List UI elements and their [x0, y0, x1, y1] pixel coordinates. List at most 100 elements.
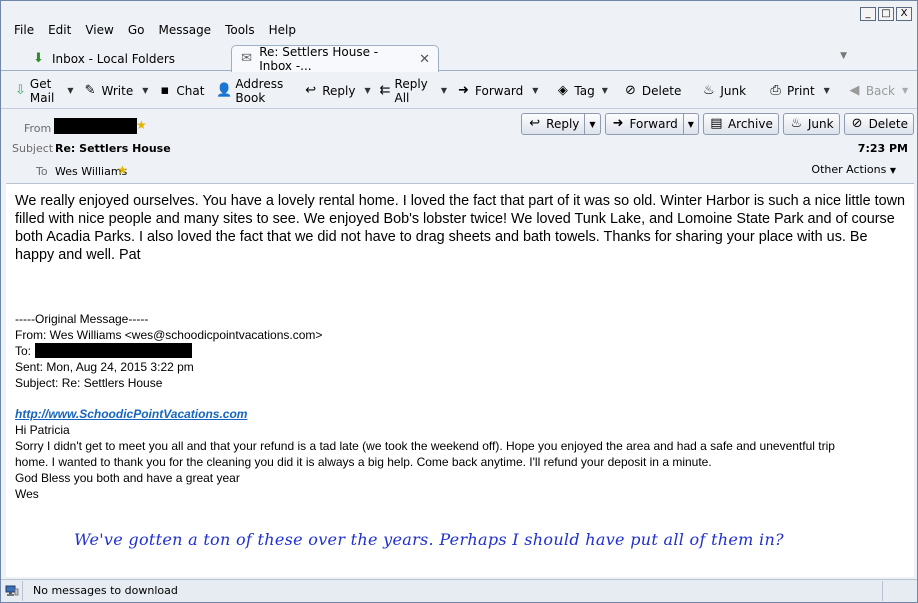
maximize-button[interactable]: □: [878, 7, 894, 21]
star-icon[interactable]: ★: [136, 118, 147, 132]
original-subject: Subject: Re: Settlers House: [15, 376, 163, 390]
redacted-recipient: [35, 343, 192, 358]
address-book-label: Address Book: [235, 76, 284, 105]
get-mail-dropdown-icon[interactable]: ▼: [64, 86, 76, 95]
signature: Wes: [15, 487, 39, 501]
status-bar: No messages to download: [1, 579, 917, 602]
header-junk-button[interactable]: ♨ Junk: [782, 113, 840, 135]
printer-icon: ⎙: [770, 82, 781, 98]
network-computer-icon: [5, 585, 18, 596]
reply-text: We really enjoyed ourselves. You have a …: [15, 193, 906, 263]
reply-all-button[interactable]: ⇇ Reply All: [374, 76, 438, 105]
forward-arrow-icon: ➜: [458, 82, 469, 98]
chat-bubble-icon: ▪: [160, 82, 170, 98]
message-header: From ★ Subject Re: Settlers House 7:23 P…: [6, 111, 914, 183]
from-label: From: [24, 122, 52, 135]
tab-close-icon[interactable]: ✕: [419, 52, 430, 67]
header-junk-label: Junk: [807, 117, 834, 131]
greeting: Hi Patricia: [15, 423, 70, 437]
menu-go[interactable]: Go: [121, 21, 152, 39]
tab-list-dropdown-icon[interactable]: ▼: [840, 51, 847, 61]
reply-label: Reply: [322, 83, 356, 98]
back-arrow-icon: ◀: [849, 82, 860, 98]
forward-button[interactable]: ➜ Forward: [450, 79, 529, 103]
star-icon[interactable]: ★: [117, 163, 128, 177]
get-mail-icon: ⇩: [15, 82, 26, 98]
chevron-down-icon: ▼: [889, 166, 896, 175]
menu-help[interactable]: Help: [262, 21, 303, 39]
original-body-line: home. I wanted to thank you for the clea…: [15, 455, 712, 469]
reply-dropdown-icon[interactable]: ▼: [361, 86, 373, 95]
delete-icon: ⊘: [624, 82, 636, 98]
tab-bar: ⬇ Inbox - Local Folders ✉ Re: Settlers H…: [1, 41, 917, 73]
forward-label: Forward: [475, 83, 524, 98]
forward-split-button: ➜ Forward ▼: [604, 113, 699, 135]
message-time: 7:23 PM: [857, 142, 908, 155]
reply-all-icon: ⇇: [379, 82, 391, 98]
redacted-sender: [54, 118, 137, 134]
reply-all-label: Reply All: [394, 76, 428, 105]
original-message-header: -----Original Message-----: [15, 312, 149, 326]
write-dropdown-icon[interactable]: ▼: [139, 86, 151, 95]
archive-box-icon: ▤: [710, 116, 723, 131]
minimize-button[interactable]: _: [860, 7, 876, 21]
chat-button[interactable]: ▪ Chat: [151, 79, 210, 103]
junk-flame-icon: ♨: [703, 82, 715, 98]
reply-all-dropdown-icon[interactable]: ▼: [438, 86, 450, 95]
menu-tools[interactable]: Tools: [218, 21, 262, 39]
close-window-button[interactable]: X: [896, 7, 912, 21]
header-forward-button[interactable]: ➜ Forward: [604, 113, 684, 135]
forward-arrow-icon: ➜: [612, 116, 624, 131]
write-button[interactable]: ✎ Write: [77, 79, 140, 103]
get-mail-button[interactable]: ⇩ Get Mail: [9, 77, 64, 105]
reply-arrow-icon: ↩: [529, 116, 541, 131]
original-sent: Sent: Mon, Aug 24, 2015 3:22 pm: [15, 360, 194, 374]
forward-dropdown-icon[interactable]: ▼: [529, 86, 541, 95]
back-button[interactable]: ◀ Back ▼: [841, 79, 917, 103]
menu-file[interactable]: File: [7, 21, 41, 39]
tag-button[interactable]: ◈ Tag ▼: [549, 79, 616, 103]
address-book-button[interactable]: 👤 Address Book: [210, 76, 289, 105]
tag-icon: ◈: [557, 82, 568, 98]
subject-value: Re: Settlers House: [55, 142, 171, 155]
header-archive-label: Archive: [727, 117, 773, 131]
main-toolbar: ⇩ Get Mail ▼ ✎ Write ▼ ▪ Chat 👤 Address …: [1, 73, 917, 109]
print-label: Print: [787, 83, 815, 98]
header-archive-button[interactable]: ▤ Archive: [702, 113, 779, 135]
print-dropdown-icon[interactable]: ▼: [821, 86, 833, 95]
reply-split-button: ↩ Reply ▼: [521, 113, 601, 135]
closing-line: God Bless you both and have a great year: [15, 471, 240, 485]
header-action-buttons: ↩ Reply ▼ ➜ Forward ▼ ▤ Archive ♨ Junk ⊘…: [521, 113, 914, 135]
website-link[interactable]: http://www.SchoodicPointVacations.com: [15, 406, 247, 422]
offline-status-icon[interactable]: [1, 581, 23, 601]
delete-button[interactable]: ⊘ Delete: [617, 79, 687, 103]
menu-edit[interactable]: Edit: [41, 21, 78, 39]
tab-inbox[interactable]: ⬇ Inbox - Local Folders: [23, 45, 228, 72]
back-label: Back: [865, 83, 895, 98]
menu-view[interactable]: View: [78, 21, 120, 39]
menu-message[interactable]: Message: [151, 21, 218, 39]
menubar: File Edit View Go Message Tools Help: [7, 21, 303, 39]
junk-button[interactable]: ♨ Junk: [695, 79, 752, 103]
message-body: We really enjoyed ourselves. You have a …: [6, 183, 914, 577]
header-delete-label: Delete: [868, 117, 908, 131]
original-from: From: Wes Williams <wes@schoodicpointvac…: [15, 328, 323, 342]
reply-arrow-icon: ↩: [305, 82, 317, 98]
print-button[interactable]: ⎙ Print: [762, 79, 821, 103]
handwritten-annotation: We've gotten a ton of these over the yea…: [74, 530, 784, 549]
tab-message[interactable]: ✉ Re: Settlers House - Inbox -... ✕: [231, 45, 439, 73]
tag-label: Tag: [574, 83, 595, 98]
header-reply-dropdown-icon[interactable]: ▼: [585, 113, 601, 135]
inbox-download-icon: ⬇: [33, 50, 44, 66]
reply-button[interactable]: ↩ Reply: [297, 79, 361, 103]
mail-envelope-icon: ✉: [241, 51, 253, 66]
header-reply-button[interactable]: ↩ Reply: [521, 113, 586, 135]
original-to-label: To:: [15, 344, 32, 358]
header-forward-dropdown-icon[interactable]: ▼: [683, 113, 699, 135]
header-forward-label: Forward: [629, 117, 678, 131]
header-delete-button[interactable]: ⊘ Delete: [843, 113, 914, 135]
tab-message-label: Re: Settlers House - Inbox -...: [259, 45, 379, 73]
other-actions-button[interactable]: Other Actions ▼: [811, 163, 896, 176]
pencil-icon: ✎: [84, 82, 96, 98]
junk-label: Junk: [720, 83, 747, 98]
